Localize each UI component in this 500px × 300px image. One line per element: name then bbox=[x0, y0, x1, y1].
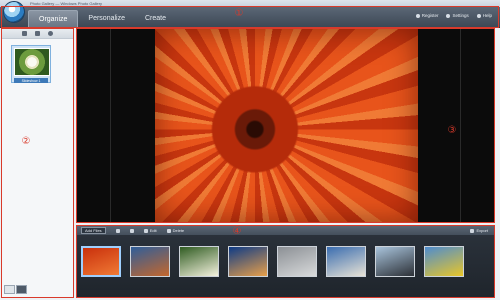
export-icon bbox=[470, 228, 475, 233]
rotate-left-icon bbox=[115, 228, 120, 233]
register-link[interactable]: Register bbox=[415, 13, 439, 18]
help-link[interactable]: Help bbox=[476, 13, 492, 18]
tab-bar: Organize Personalize Create bbox=[28, 10, 176, 27]
settings-link[interactable]: Settings bbox=[446, 13, 469, 18]
delete-icon bbox=[166, 228, 171, 233]
album-thumbnail bbox=[14, 48, 50, 76]
callout-number: ③ bbox=[447, 125, 457, 136]
filmstrip-thumb-canyon[interactable] bbox=[130, 246, 170, 277]
filmstrip-thumb-penguins[interactable] bbox=[375, 246, 415, 277]
preview-guide-line bbox=[110, 29, 111, 222]
album-item[interactable]: Slideshow 1 bbox=[11, 45, 51, 83]
rotate-left-button[interactable] bbox=[115, 228, 120, 233]
app-window: Photo Gallery — Windows Photo Gallery Or… bbox=[0, 0, 500, 300]
info-icon[interactable] bbox=[48, 31, 53, 36]
gear-icon bbox=[446, 13, 451, 18]
add-album-icon[interactable] bbox=[22, 31, 27, 36]
register-label: Register bbox=[421, 13, 439, 18]
list-view-button[interactable] bbox=[16, 285, 27, 294]
window-title: Photo Gallery — Windows Photo Gallery bbox=[30, 1, 103, 6]
filmstrip bbox=[77, 235, 494, 297]
filmstrip-thumb-house[interactable] bbox=[326, 246, 366, 277]
export-label: Export bbox=[476, 228, 488, 233]
settings-label: Settings bbox=[452, 13, 469, 18]
app-logo-icon[interactable] bbox=[3, 1, 25, 23]
photo-preview bbox=[77, 29, 494, 222]
filmstrip-thumb-jellyfish[interactable] bbox=[228, 246, 268, 277]
album-panel: Slideshow 1 bbox=[2, 29, 74, 297]
help-label: Help bbox=[482, 13, 492, 18]
main-toolbar: Organize Personalize Create Register Set… bbox=[0, 1, 500, 28]
tab-create[interactable]: Create bbox=[135, 10, 176, 27]
view-toggle bbox=[4, 285, 27, 294]
edit-button[interactable]: Edit bbox=[143, 228, 157, 233]
edit-label: Edit bbox=[149, 228, 157, 233]
add-files-label: Add Files bbox=[85, 228, 102, 233]
album-toolbar bbox=[2, 29, 73, 39]
callout-number: ④ bbox=[232, 226, 242, 237]
filmstrip-thumb-green-flower[interactable] bbox=[179, 246, 219, 277]
filmstrip-thumb-red-flower[interactable] bbox=[81, 246, 121, 277]
tab-personalize[interactable]: Personalize bbox=[78, 10, 135, 27]
add-files-button[interactable]: Add Files bbox=[81, 227, 106, 234]
rotate-right-button[interactable] bbox=[129, 228, 134, 233]
edit-icon bbox=[143, 228, 148, 233]
rotate-right-icon bbox=[129, 228, 134, 233]
delete-album-icon[interactable] bbox=[35, 31, 40, 36]
callout-number: ② bbox=[21, 136, 31, 147]
delete-button[interactable]: Delete bbox=[166, 228, 185, 233]
header-links: Register Settings Help bbox=[415, 13, 492, 18]
filmstrip-thumb-koala[interactable] bbox=[277, 246, 317, 277]
preview-guide-line bbox=[460, 29, 461, 222]
callout-number: ① bbox=[234, 8, 244, 19]
help-icon bbox=[476, 13, 481, 18]
album-label: Slideshow 1 bbox=[14, 78, 48, 83]
tab-organize[interactable]: Organize bbox=[28, 10, 79, 27]
delete-label: Delete bbox=[172, 228, 185, 233]
grid-view-button[interactable] bbox=[4, 285, 15, 294]
filmstrip-thumb-tulips[interactable] bbox=[424, 246, 464, 277]
filmstrip-toolbar: Add Files Edit Delete Export bbox=[77, 226, 494, 235]
main-photo[interactable] bbox=[155, 29, 418, 222]
export-button[interactable]: Export bbox=[470, 228, 488, 233]
pencil-icon bbox=[415, 13, 420, 18]
window-titlebar: Photo Gallery — Windows Photo Gallery bbox=[0, 0, 500, 7]
